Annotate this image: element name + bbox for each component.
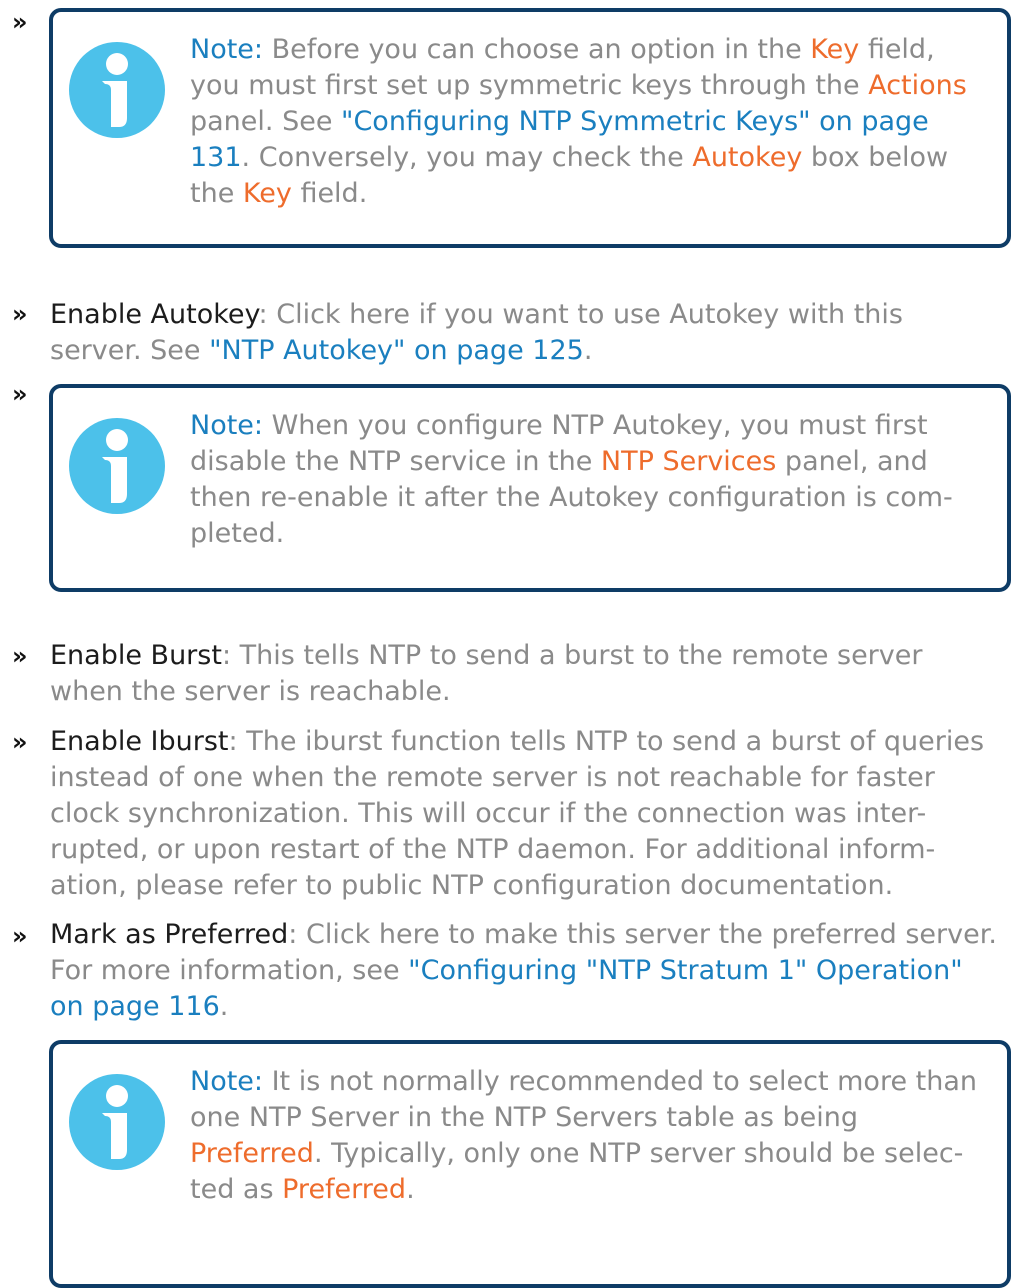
info-icon bbox=[69, 42, 165, 138]
list-item-enable-iburst: Enable Iburst: The iburst function tells… bbox=[50, 726, 985, 901]
bullet-marker: » bbox=[12, 728, 28, 756]
info-icon bbox=[69, 418, 165, 514]
note-text: Note: When you configure NTP Autokey, yo… bbox=[190, 410, 953, 549]
note-box-symmetric-keys: Note: Before you can choose an option in… bbox=[49, 8, 1011, 248]
note-label: Note: bbox=[190, 34, 264, 65]
list-item-mark-as-preferred: Mark as Preferred: Click here to make th… bbox=[50, 919, 997, 1022]
xref-link-ntp-autokey[interactable]: "NTP Autokey" on page 125 bbox=[209, 335, 584, 366]
bullet-marker: » bbox=[12, 642, 28, 670]
term-label: Mark as Preferred bbox=[50, 919, 289, 950]
term-label: Enable Autokey bbox=[50, 299, 259, 330]
bullet-marker: » bbox=[12, 8, 28, 36]
ui-term-key: Key bbox=[810, 34, 860, 65]
term-label: Enable Burst bbox=[50, 640, 222, 671]
info-icon bbox=[69, 1074, 165, 1170]
note-box-preferred: Note: It is not normally recommended to … bbox=[49, 1040, 1011, 1288]
list-item-enable-autokey: Enable Autokey: Click here if you want t… bbox=[50, 299, 903, 366]
bullet-marker: » bbox=[12, 922, 28, 950]
bullet-marker: » bbox=[12, 300, 28, 328]
bullet-marker: » bbox=[12, 380, 28, 408]
ui-term-preferred: Preferred bbox=[282, 1174, 407, 1205]
term-label: Enable Iburst bbox=[50, 726, 229, 757]
ui-term-preferred: Preferred bbox=[190, 1138, 314, 1169]
note-label: Note: bbox=[190, 1066, 264, 1097]
ui-term-ntp-services: NTP Services bbox=[600, 446, 777, 477]
ui-term-key: Key bbox=[242, 178, 292, 209]
ui-term-actions: Actions bbox=[868, 70, 967, 101]
note-text: Note: Before you can choose an option in… bbox=[190, 34, 967, 209]
note-label: Note: bbox=[190, 410, 264, 441]
list-item-enable-burst: Enable Burst: This tells NTP to send a b… bbox=[50, 640, 923, 707]
note-text: Note: It is not normally recommended to … bbox=[190, 1066, 977, 1205]
ui-term-autokey: Autokey bbox=[692, 142, 803, 173]
note-box-autokey: Note: When you configure NTP Autokey, yo… bbox=[49, 384, 1011, 592]
